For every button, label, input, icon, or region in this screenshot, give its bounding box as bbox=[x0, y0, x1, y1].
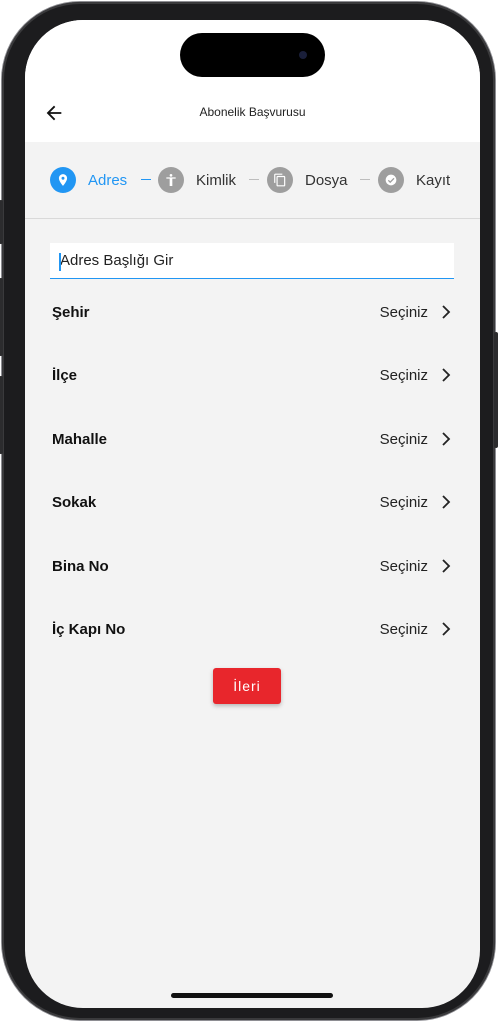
row-label: Sokak bbox=[52, 493, 97, 511]
volume-down-button bbox=[0, 376, 3, 454]
row-label: Mahalle bbox=[52, 430, 108, 448]
row-sehir[interactable]: Şehir Seçiniz bbox=[52, 297, 452, 327]
stepper: Adres Kimlik Dosya Kayıt bbox=[25, 142, 480, 219]
step-connector bbox=[141, 179, 151, 180]
row-value-group: Seçiniz bbox=[380, 621, 452, 638]
camera-icon bbox=[299, 51, 307, 59]
phone-frame: Abonelik Başvurusu Adres Kimlik Dosya Ka… bbox=[0, 2, 498, 1020]
step-adres[interactable]: Adres bbox=[50, 167, 127, 193]
screen: Abonelik Başvurusu Adres Kimlik Dosya Ka… bbox=[25, 20, 480, 1008]
row-label: İç Kapı No bbox=[52, 620, 126, 638]
person-icon bbox=[158, 167, 184, 193]
row-value: Seçiniz bbox=[379, 557, 428, 575]
row-value: Seçiniz bbox=[379, 366, 428, 384]
row-sokak[interactable]: Sokak Seçiniz bbox=[52, 487, 452, 517]
chevron-right-icon bbox=[442, 495, 451, 509]
chevron-right-icon bbox=[442, 622, 451, 636]
address-title-input[interactable] bbox=[50, 243, 454, 279]
step-kayit[interactable]: Kayıt bbox=[378, 167, 450, 193]
step-dosya[interactable]: Dosya bbox=[267, 167, 348, 193]
chevron-right-icon bbox=[442, 559, 451, 573]
next-button[interactable]: İleri bbox=[213, 668, 281, 704]
row-label: Şehir bbox=[52, 303, 90, 321]
row-value-group: Seçiniz bbox=[380, 304, 452, 321]
row-value-group: Seçiniz bbox=[380, 558, 452, 575]
row-value: Seçiniz bbox=[379, 430, 428, 448]
step-label: Adres bbox=[88, 171, 128, 189]
row-label: İlçe bbox=[52, 366, 78, 384]
step-connector bbox=[249, 179, 259, 180]
step-label: Dosya bbox=[305, 171, 348, 189]
row-value: Seçiniz bbox=[379, 303, 428, 321]
step-label: Kayıt bbox=[416, 171, 451, 189]
chevron-right-icon bbox=[442, 432, 451, 446]
step-connector bbox=[360, 179, 370, 180]
row-value: Seçiniz bbox=[379, 620, 428, 638]
chevron-right-icon bbox=[442, 305, 451, 319]
text-caret bbox=[59, 253, 61, 271]
step-kimlik[interactable]: Kimlik bbox=[158, 167, 236, 193]
row-value-group: Seçiniz bbox=[380, 431, 452, 448]
step-label: Kimlik bbox=[196, 171, 236, 189]
volume-up-button bbox=[0, 278, 3, 356]
location-pin-icon bbox=[50, 167, 76, 193]
row-bina-no[interactable]: Bina No Seçiniz bbox=[52, 551, 452, 581]
chevron-right-icon bbox=[442, 368, 451, 382]
home-indicator bbox=[171, 993, 333, 998]
power-button bbox=[494, 332, 498, 448]
document-icon bbox=[267, 167, 293, 193]
row-label: Bina No bbox=[52, 557, 109, 575]
row-value-group: Seçiniz bbox=[380, 367, 452, 384]
row-mahalle[interactable]: Mahalle Seçiniz bbox=[52, 424, 452, 454]
page-title: Abonelik Başvurusu bbox=[199, 105, 306, 119]
row-value-group: Seçiniz bbox=[380, 494, 452, 511]
row-ilce[interactable]: İlçe Seçiniz bbox=[52, 360, 452, 390]
dynamic-island bbox=[180, 33, 325, 77]
action-button bbox=[0, 200, 3, 244]
row-ic-kapi-no[interactable]: İç Kapı No Seçiniz bbox=[52, 614, 452, 644]
check-icon bbox=[378, 167, 404, 193]
row-value: Seçiniz bbox=[379, 493, 428, 511]
